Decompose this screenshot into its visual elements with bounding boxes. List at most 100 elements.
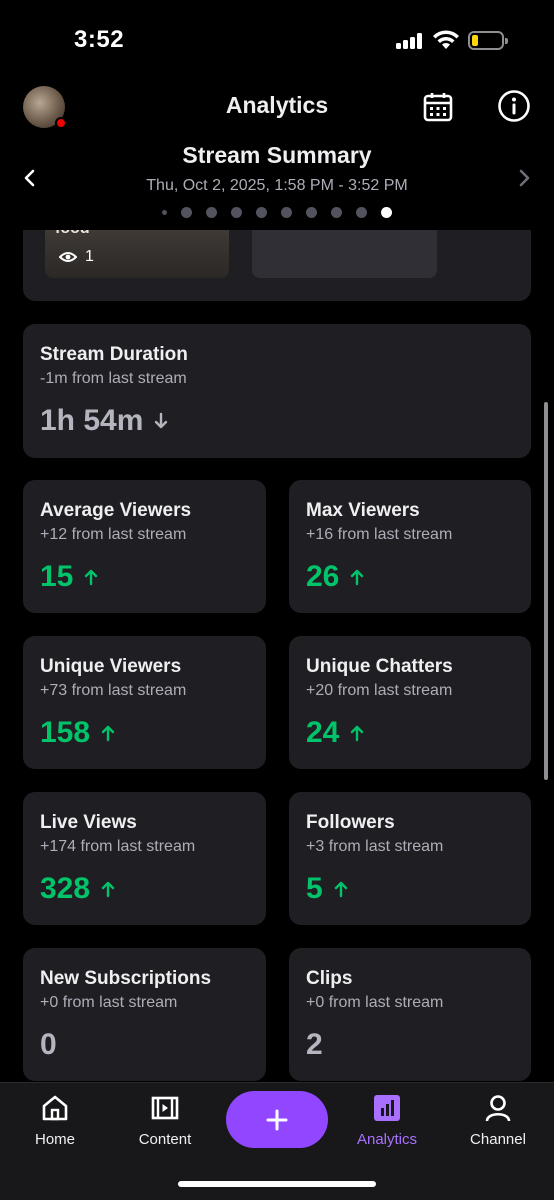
- page-dot[interactable]: [306, 207, 317, 218]
- page-dot[interactable]: [256, 207, 267, 218]
- arrow-up-icon: [351, 725, 364, 742]
- create-button[interactable]: [226, 1091, 328, 1148]
- stat-value: 1h 54m: [40, 404, 169, 438]
- stat-value: 328: [40, 872, 116, 906]
- clip-placeholder: [252, 230, 437, 278]
- average-viewers-card: Average Viewers +12 from last stream 15: [23, 480, 266, 613]
- stat-value: 2: [306, 1028, 323, 1062]
- battery-icon: [468, 31, 508, 50]
- nav-channel-label: Channel: [470, 1131, 526, 1148]
- page-title: Analytics: [225, 92, 329, 118]
- page-dot[interactable]: [206, 207, 217, 218]
- unique-chatters-card: Unique Chatters +20 from last stream 24: [289, 636, 531, 769]
- stat-change: +12 from last stream: [40, 526, 187, 543]
- chevron-left-icon[interactable]: [18, 166, 42, 190]
- page-indicator: [0, 207, 554, 218]
- page-dot[interactable]: [331, 207, 342, 218]
- home-indicator: [178, 1181, 376, 1187]
- stat-change: +73 from last stream: [40, 682, 187, 699]
- eye-icon: [59, 252, 77, 262]
- stat-title: Clips: [306, 968, 353, 989]
- arrow-up-icon: [101, 881, 115, 898]
- analytics-icon: [374, 1095, 400, 1121]
- nav-channel[interactable]: Channel: [448, 1093, 548, 1148]
- arrow-down-icon: [155, 412, 168, 429]
- arrow-up-icon: [334, 881, 347, 898]
- clips-count-card: Clips +0 from last stream 2: [289, 948, 531, 1081]
- stat-number: 0: [40, 1028, 57, 1061]
- summary-title: Stream Summary: [182, 142, 372, 168]
- stat-value: 24: [306, 716, 365, 750]
- stat-value: 158: [40, 716, 116, 750]
- stat-change: +0 from last stream: [40, 994, 178, 1011]
- stat-number: 15: [40, 560, 74, 593]
- new-subscriptions-card: New Subscriptions +0 from last stream 0: [23, 948, 266, 1081]
- stat-title: New Subscriptions: [40, 968, 212, 989]
- arrow-up-icon: [85, 569, 98, 586]
- followers-card: Followers +3 from last stream 5: [289, 792, 531, 925]
- stat-value: 0: [40, 1028, 57, 1062]
- nav-analytics[interactable]: Analytics: [337, 1093, 437, 1148]
- arrow-up-icon: [351, 569, 364, 586]
- status-bar: 3:52: [0, 0, 554, 80]
- nav-content[interactable]: Content: [115, 1093, 215, 1148]
- signal-icon: [396, 33, 426, 49]
- unique-viewers-card: Unique Viewers +73 from last stream 158: [23, 636, 266, 769]
- nav-home[interactable]: Home: [5, 1093, 105, 1148]
- page-dot[interactable]: [162, 210, 167, 215]
- stat-title: Unique Chatters: [306, 656, 453, 677]
- stat-change: +16 from last stream: [306, 526, 453, 543]
- page-dot-active[interactable]: [381, 207, 392, 218]
- home-icon: [42, 1095, 68, 1121]
- nav-analytics-label: Analytics: [356, 1131, 418, 1148]
- page-dot[interactable]: [231, 207, 242, 218]
- screen: 3:52 Analytics Stream Summary Thu, Oct 2…: [0, 0, 554, 1200]
- summary-date: Thu, Oct 2, 2025, 1:58 PM - 3:52 PM: [146, 177, 408, 194]
- stream-duration-card: Stream Duration -1m from last stream 1h …: [23, 324, 531, 458]
- calendar-icon[interactable]: [422, 91, 454, 123]
- stat-title: Stream Duration: [40, 344, 188, 365]
- stat-number: 328: [40, 872, 91, 905]
- stat-change: +0 from last stream: [306, 994, 444, 1011]
- stat-value: 26: [306, 560, 365, 594]
- stat-number: 158: [40, 716, 91, 749]
- stat-change: +3 from last stream: [306, 838, 444, 855]
- scrollbar[interactable]: [544, 402, 548, 780]
- stat-number: 2: [306, 1028, 323, 1061]
- channel-icon: [485, 1095, 511, 1122]
- stat-change: +174 from last stream: [40, 838, 196, 855]
- stat-value: 15: [40, 560, 99, 594]
- stat-change: +20 from last stream: [306, 682, 453, 699]
- stat-number: 5: [306, 872, 323, 905]
- stat-title: Max Viewers: [306, 500, 420, 521]
- page-dot[interactable]: [181, 207, 192, 218]
- stat-change: -1m from last stream: [40, 370, 187, 387]
- live-views-card: Live Views +174 from last stream 328: [23, 792, 266, 925]
- max-viewers-card: Max Viewers +16 from last stream 26: [289, 480, 531, 613]
- arrow-up-icon: [101, 725, 115, 742]
- clip-view-count: 1: [85, 248, 94, 265]
- plus-icon: [266, 1109, 288, 1130]
- stats-scroll-area[interactable]: food 1 Stream Duration -1m from last str…: [0, 230, 554, 1082]
- nav-home-label: Home: [34, 1131, 75, 1148]
- wifi-icon: [433, 30, 459, 49]
- stat-title: Followers: [306, 812, 395, 833]
- clip-title: food: [55, 230, 90, 238]
- stat-value: 5: [306, 872, 349, 906]
- info-icon[interactable]: [497, 89, 531, 123]
- stat-number: 24: [306, 716, 340, 749]
- stat-number: 1h 54m: [40, 404, 144, 437]
- nav-content-label: Content: [138, 1131, 192, 1148]
- stat-number: 26: [306, 560, 340, 593]
- clip-views: 1: [59, 248, 94, 266]
- clip-thumbnail[interactable]: food 1: [45, 230, 229, 278]
- content-icon: [151, 1096, 179, 1120]
- clips-card: food 1: [23, 230, 531, 301]
- stat-title: Unique Viewers: [40, 656, 182, 677]
- page-dot[interactable]: [356, 207, 367, 218]
- page-dot[interactable]: [281, 207, 292, 218]
- stat-title: Average Viewers: [40, 500, 192, 521]
- chevron-right-icon[interactable]: [512, 166, 536, 190]
- stat-title: Live Views: [40, 812, 137, 833]
- status-time: 3:52: [74, 26, 125, 53]
